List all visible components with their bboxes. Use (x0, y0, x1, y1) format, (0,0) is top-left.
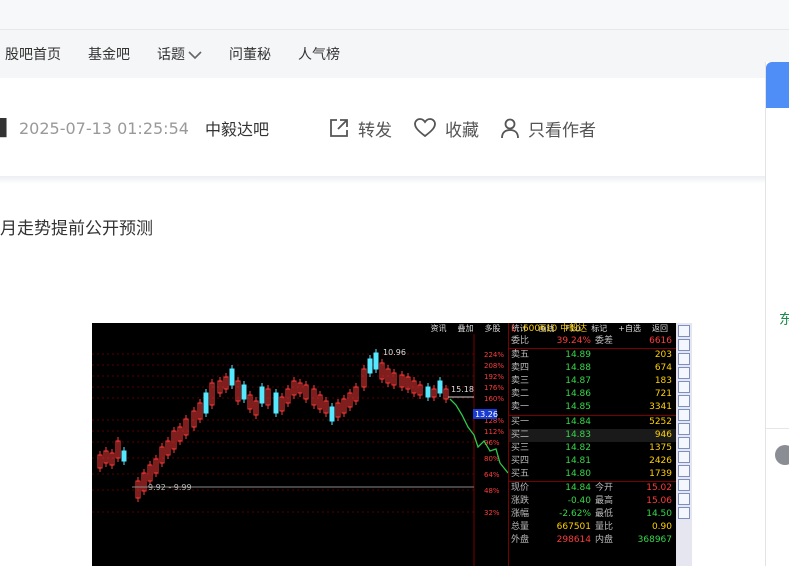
post-date: 2025-07-13 01:25:54 (19, 118, 189, 138)
ask-row: 卖五 14.89 203 (511, 350, 672, 361)
post-info: ▌ 2025-07-13 01:25:54 中毅达吧 (0, 116, 269, 140)
bid-row: 买五 14.80 1739 (511, 468, 672, 479)
stat-row: 总量 667501 量比 0.90 (511, 522, 672, 533)
stat-row: 外盘 298614 内盘 368967 (511, 535, 672, 546)
chevron-down-icon (188, 50, 202, 59)
tool-icon[interactable] (678, 339, 690, 351)
top-bar (0, 0, 789, 30)
candle-body (437, 380, 443, 394)
percent-tick-label: 160% (484, 395, 504, 403)
stat-row: 涨跌 -0.40 最高 15.06 (511, 496, 672, 507)
nav-home[interactable]: 股吧首页 (5, 44, 61, 64)
quote-panel: L 600610 中毅达 委比 39.24% 委差 6616 卖五 14.89 20… (508, 323, 676, 566)
candlestick-chart: 224%208%192%176%160%128%112%96%80%64%48%… (92, 334, 508, 566)
tool-icon[interactable] (678, 465, 690, 477)
tool-icon[interactable] (678, 353, 690, 365)
bid-row: 买一 14.84 5252 (511, 416, 672, 427)
panel-header[interactable] (766, 62, 789, 108)
panel-text[interactable]: 东 (779, 309, 789, 329)
bar-name-link[interactable]: 中毅达吧 (205, 116, 269, 140)
candle-body (373, 352, 379, 370)
chart-side-toolbar (676, 323, 692, 566)
high-price-label: 10.96 (383, 348, 406, 357)
percent-tick-label: 64% (484, 471, 500, 479)
tool-icon[interactable] (678, 395, 690, 407)
stat-row: 涨幅 -2.62% 最低 14.50 (511, 509, 672, 520)
bid-row: 买二 14.83 946 (509, 428, 676, 442)
ask-row: 卖一 14.85 3341 (511, 402, 672, 413)
share-button[interactable]: 转发 (328, 116, 392, 141)
percent-tick-label: 112% (484, 428, 504, 436)
stat-row: 现价 14.84 今开 15.02 (511, 483, 672, 494)
right-floating-panel: 东 (765, 62, 789, 566)
candle-body (259, 386, 265, 404)
tool-icon[interactable] (678, 367, 690, 379)
candle-body (121, 450, 127, 462)
ask-row: 卖四 14.88 674 (511, 363, 672, 374)
tool-icon[interactable] (678, 423, 690, 435)
bid-row: 买四 14.81 2426 (511, 455, 672, 466)
tool-icon[interactable] (678, 409, 690, 421)
post-content: 月走势提前公开预测 资讯 叠加 多股 统计 画线 F10 标记 +自选 返回 2… (0, 184, 765, 566)
current-price-tag-label: 13.26 (475, 410, 498, 419)
percent-tick-label: 192% (484, 373, 504, 381)
nav-ask-secretary[interactable]: 问董秘 (229, 44, 271, 64)
truncated-author: ▌ (0, 118, 8, 138)
candle-body (273, 392, 279, 414)
candle-body (329, 406, 335, 422)
avatar[interactable] (775, 445, 789, 465)
tool-icon[interactable] (678, 479, 690, 491)
tool-icon[interactable] (678, 381, 690, 393)
user-icon (501, 118, 519, 139)
candle-body (367, 358, 373, 374)
ratio-row: 委比 39.24% 委差 6616 (511, 336, 672, 346)
range-price-label: 9.92 - 9.99 (148, 483, 192, 492)
percent-tick-label: 224% (484, 351, 504, 359)
main-nav: 股吧首页 基金吧 话题 问董秘 人气榜 (0, 30, 789, 78)
post-meta: ▌ 2025-07-13 01:25:54 中毅达吧 转发 收藏 只看作者 (0, 78, 765, 176)
ask-row: 卖二 14.86 721 (511, 389, 672, 400)
share-icon (330, 119, 348, 137)
quote-header: L 600610 中毅达 (511, 324, 588, 334)
percent-tick-label: 208% (484, 362, 504, 370)
tool-icon[interactable] (678, 437, 690, 449)
nav-fund-bar[interactable]: 基金吧 (88, 44, 130, 64)
author-only-button[interactable]: 只看作者 (500, 116, 596, 141)
candle-body (229, 368, 235, 386)
post-actions: 转发 收藏 只看作者 (328, 116, 617, 141)
candle-body (425, 386, 431, 398)
tool-icon[interactable] (678, 451, 690, 463)
ask-row: 卖三 14.87 183 (511, 376, 672, 387)
stock-code: 600610 (522, 324, 558, 334)
favorite-button[interactable]: 收藏 (413, 116, 479, 141)
stock-chart-image: 资讯 叠加 多股 统计 画线 F10 标记 +自选 返回 224% 208% 192… (92, 323, 692, 566)
meta-divider (0, 176, 765, 184)
stock-name: 中毅达 (560, 324, 588, 334)
marker-price-label: 15.18 (451, 385, 474, 394)
heart-icon (414, 118, 436, 138)
bid-row: 买三 14.82 1375 (511, 442, 672, 453)
candle-body (203, 392, 209, 414)
tool-icon[interactable] (678, 325, 690, 337)
tool-icon[interactable] (678, 493, 690, 505)
tool-icon[interactable] (678, 507, 690, 519)
percent-tick-label: 48% (484, 487, 500, 495)
post-title: 月走势提前公开预测 (0, 219, 153, 239)
candle-body (241, 384, 247, 400)
percent-tick-label: 32% (484, 509, 500, 517)
percent-tick-label: 176% (484, 384, 504, 392)
nav-popularity[interactable]: 人气榜 (298, 44, 340, 64)
nav-topics[interactable]: 话题 (157, 44, 202, 64)
